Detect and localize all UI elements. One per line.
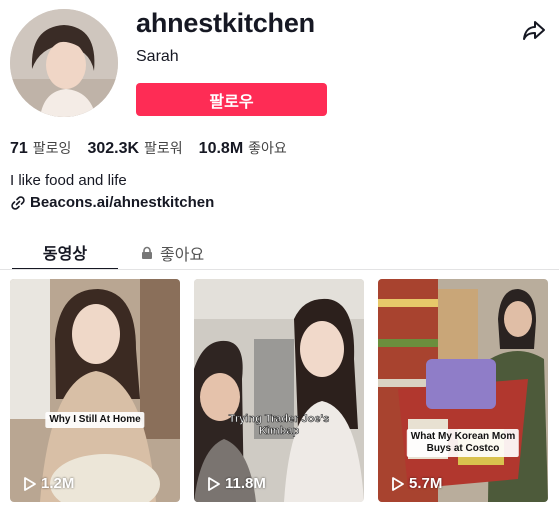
lock-icon bbox=[142, 246, 152, 259]
video-thumbnail bbox=[10, 279, 180, 502]
video-caption: Trying Trader Joe's Kimbap bbox=[225, 411, 333, 439]
play-icon bbox=[208, 476, 220, 491]
video-card-2[interactable]: Trying Trader Joe's Kimbap 11.8M bbox=[194, 279, 364, 502]
video-card-1[interactable]: Why I Still At Home 1.2M bbox=[10, 279, 180, 502]
tab-videos[interactable]: 동영상 bbox=[12, 236, 118, 270]
view-count-text: 5.7M bbox=[409, 475, 443, 492]
view-count: 5.7M bbox=[392, 475, 442, 492]
tab-liked-label: 좋아요 bbox=[160, 245, 205, 264]
share-icon[interactable] bbox=[522, 18, 546, 42]
view-count: 1.2M bbox=[24, 475, 74, 492]
tab-liked[interactable]: 좋아요 bbox=[140, 236, 260, 270]
video-caption: What My Korean Mom Buys at Costco bbox=[406, 429, 520, 457]
stat-followers[interactable]: 302.3K 팔로워 bbox=[87, 138, 182, 158]
profile-link-text: Beacons.ai/ahnestkitchen bbox=[30, 194, 215, 211]
video-card-3[interactable]: What My Korean Mom Buys at Costco 5.7M bbox=[378, 279, 548, 502]
tab-divider bbox=[0, 269, 559, 270]
follow-button[interactable]: 팔로우 bbox=[136, 83, 327, 116]
following-count: 71 bbox=[10, 140, 28, 157]
view-count-text: 1.2M bbox=[41, 475, 75, 492]
stat-following[interactable]: 71 팔로잉 bbox=[10, 138, 71, 158]
video-thumbnail bbox=[194, 279, 364, 502]
video-caption: Why I Still At Home bbox=[45, 412, 145, 428]
bio: I like food and life bbox=[10, 172, 127, 189]
display-name: Sarah bbox=[136, 48, 179, 65]
video-caption-line-1: Trying Trader Joe's bbox=[228, 413, 330, 426]
play-icon bbox=[24, 476, 36, 491]
likes-count: 10.8M bbox=[198, 140, 244, 157]
video-caption-line-1: What My Korean Mom bbox=[410, 431, 516, 442]
likes-label: 좋아요 bbox=[248, 141, 287, 157]
stat-likes: 10.8M 좋아요 bbox=[199, 138, 287, 158]
profile-link[interactable]: Beacons.ai/ahnestkitchen bbox=[10, 194, 214, 211]
profile-stats: 71 팔로잉 302.3K 팔로워 10.8M 좋아요 bbox=[10, 138, 303, 158]
followers-count: 302.3K bbox=[87, 140, 140, 157]
view-count-text: 11.8M bbox=[225, 475, 266, 492]
followers-label: 팔로워 bbox=[144, 141, 183, 157]
video-caption-line-2: Kimbap bbox=[258, 425, 300, 438]
following-label: 팔로잉 bbox=[32, 141, 72, 157]
view-count: 11.8M bbox=[208, 475, 266, 492]
video-caption-line-2: Buys at Costco bbox=[426, 443, 500, 454]
avatar[interactable] bbox=[10, 9, 118, 117]
play-icon bbox=[392, 476, 404, 491]
link-icon bbox=[11, 195, 25, 210]
video-thumbnail bbox=[378, 279, 548, 502]
username: ahnestkitchen bbox=[136, 8, 315, 38]
